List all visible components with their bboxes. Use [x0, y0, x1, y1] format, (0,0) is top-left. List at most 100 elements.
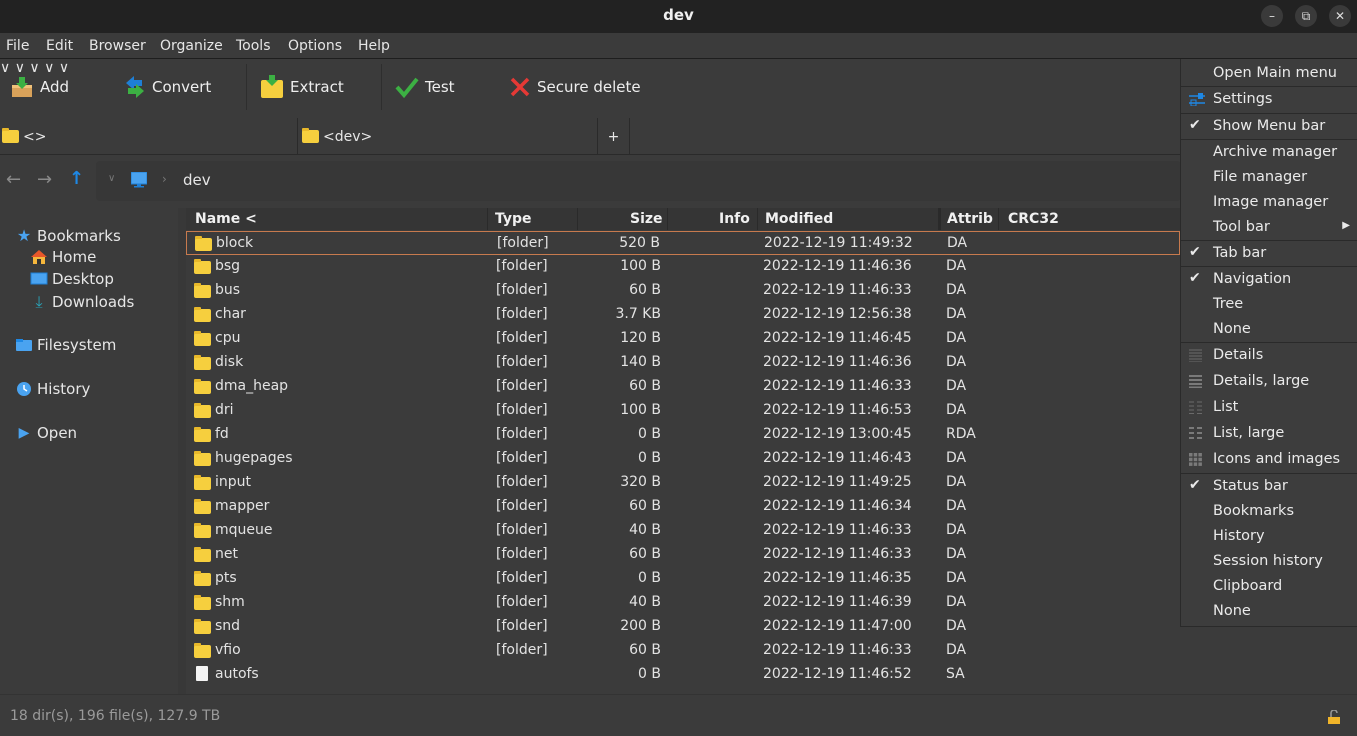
- menu-item-tree[interactable]: Tree: [1181, 292, 1357, 317]
- menu-item-open-main-menu[interactable]: Open Main menu: [1181, 61, 1357, 86]
- minimize-button[interactable]: –: [1261, 5, 1283, 27]
- menu-item-bookmarks[interactable]: Bookmarks: [1181, 499, 1357, 524]
- up-arrow-icon[interactable]: ↑: [69, 168, 84, 189]
- file-row[interactable]: autofs 0 B 2022-12-19 11:46:52 SA: [186, 663, 1180, 687]
- sidebar-item-desktop[interactable]: Desktop: [30, 270, 114, 288]
- menu-item-status-bar[interactable]: ✔ Status bar: [1181, 474, 1357, 499]
- file-row[interactable]: shm [folder] 40 B 2022-12-19 11:46:39 DA: [186, 591, 1180, 615]
- details-view-icon: [1189, 349, 1202, 362]
- file-row[interactable]: char [folder] 3.7 KB 2022-12-19 12:56:38 DA: [186, 303, 1180, 327]
- unlocked-padlock-icon[interactable]: [1327, 710, 1341, 724]
- menu-item-archive-manager[interactable]: Archive manager: [1181, 140, 1357, 165]
- tab-root[interactable]: <>: [2, 118, 296, 155]
- address-bar[interactable]: ∨ › dev: [96, 161, 1181, 201]
- sidebar-bookmarks[interactable]: ★ Bookmarks: [15, 226, 121, 245]
- column-modified[interactable]: Modified: [765, 211, 833, 227]
- menu-edit[interactable]: Edit: [46, 38, 73, 54]
- checkmark-icon: ✔: [1189, 117, 1201, 133]
- close-button[interactable]: ✕: [1329, 5, 1351, 27]
- file-size: 0 B: [638, 426, 661, 442]
- file-row[interactable]: fd [folder] 0 B 2022-12-19 13:00:45 RDA: [186, 423, 1180, 447]
- file-row[interactable]: mapper [folder] 60 B 2022-12-19 11:46:34 DA: [186, 495, 1180, 519]
- menu-item-settings[interactable]: Settings: [1181, 87, 1357, 112]
- file-row[interactable]: dri [folder] 100 B 2022-12-19 11:46:53 DA: [186, 399, 1180, 423]
- tab-dev[interactable]: <dev>: [302, 118, 596, 155]
- menu-item-details[interactable]: Details: [1181, 343, 1357, 368]
- test-button[interactable]: Test: [395, 74, 455, 100]
- file-row[interactable]: vfio [folder] 60 B 2022-12-19 11:46:33 DA: [186, 639, 1180, 663]
- column-size[interactable]: Size: [630, 211, 663, 227]
- maximize-button[interactable]: ⧉: [1295, 5, 1317, 27]
- folder-icon: [194, 283, 211, 298]
- close-icon: ✕: [1334, 9, 1346, 23]
- file-attrib: DA: [946, 594, 967, 610]
- menu-item-session-history[interactable]: Session history: [1181, 549, 1357, 574]
- file-row[interactable]: cpu [folder] 120 B 2022-12-19 11:46:45 DA: [186, 327, 1180, 351]
- sidebar-filesystem[interactable]: Filesystem: [15, 336, 116, 354]
- menu-item-history[interactable]: History: [1181, 524, 1357, 549]
- file-attrib: DA: [946, 618, 967, 634]
- file-name: pts: [215, 570, 237, 586]
- menu-item-icons-and-images[interactable]: Icons and images: [1181, 447, 1357, 472]
- column-attrib[interactable]: Attrib: [947, 211, 993, 227]
- file-row[interactable]: hugepages [folder] 0 B 2022-12-19 11:46:43 D…: [186, 447, 1180, 471]
- window-title: dev: [663, 6, 694, 24]
- file-row[interactable]: net [folder] 60 B 2022-12-19 11:46:33 DA: [186, 543, 1180, 567]
- sidebar-open[interactable]: ▶ Open: [15, 424, 77, 442]
- new-tab-button[interactable]: +: [598, 118, 629, 155]
- column-name[interactable]: Name <: [195, 211, 257, 227]
- menu-item-list-large[interactable]: List, large: [1181, 421, 1357, 446]
- details-large-view-icon: [1189, 375, 1202, 388]
- file-row[interactable]: dma_heap [folder] 60 B 2022-12-19 11:46:33 D…: [186, 375, 1180, 399]
- menu-item-nav-none[interactable]: None: [1181, 317, 1357, 342]
- secure-delete-button[interactable]: Secure delete: [509, 74, 641, 100]
- menu-item-clipboard[interactable]: Clipboard: [1181, 574, 1357, 599]
- menu-browser[interactable]: Browser: [89, 38, 146, 54]
- forward-arrow-icon[interactable]: →: [37, 169, 52, 190]
- extract-button[interactable]: Extract: [260, 74, 344, 100]
- file-name: autofs: [215, 666, 259, 682]
- add-button[interactable]: Add: [10, 74, 69, 100]
- file-row[interactable]: pts [folder] 0 B 2022-12-19 11:46:35 DA: [186, 567, 1180, 591]
- menu-help[interactable]: Help: [358, 38, 390, 54]
- menu-item-file-manager[interactable]: File manager: [1181, 165, 1357, 190]
- file-size: 0 B: [638, 450, 661, 466]
- toolbar: Add ∨ Convert ∨ Extract ∨ Test ∨ Secure …: [0, 60, 1357, 114]
- back-arrow-icon[interactable]: ←: [6, 169, 21, 190]
- file-row[interactable]: block [folder] 520 B 2022-12-19 11:49:32 DA: [186, 231, 1180, 255]
- file-row[interactable]: disk [folder] 140 B 2022-12-19 11:46:36 DA: [186, 351, 1180, 375]
- menu-tools[interactable]: Tools: [236, 38, 271, 54]
- file-row[interactable]: bsg [folder] 100 B 2022-12-19 11:46:36 DA: [186, 255, 1180, 279]
- sidebar-splitter[interactable]: [178, 208, 186, 694]
- file-row[interactable]: bus [folder] 60 B 2022-12-19 11:46:33 DA: [186, 279, 1180, 303]
- history-dropdown-chevron-icon[interactable]: ∨: [108, 173, 115, 184]
- column-type[interactable]: Type: [495, 211, 532, 227]
- menu-item-show-menu-bar[interactable]: ✔ Show Menu bar: [1181, 114, 1357, 139]
- menu-item-tab-bar[interactable]: ✔ Tab bar: [1181, 241, 1357, 266]
- file-size: 120 B: [620, 330, 661, 346]
- file-attrib: DA: [946, 378, 967, 394]
- view-context-menu: Open Main menu Settings ✔ Show Menu bar A…: [1180, 59, 1357, 627]
- menu-file[interactable]: File: [6, 38, 29, 54]
- breadcrumb-dev[interactable]: dev: [183, 171, 211, 189]
- menu-item-list[interactable]: List: [1181, 395, 1357, 420]
- menu-item-navigation[interactable]: ✔ Navigation: [1181, 267, 1357, 292]
- sidebar-history[interactable]: History: [15, 380, 90, 398]
- folder-icon: [194, 499, 211, 514]
- convert-button[interactable]: Convert: [124, 74, 211, 100]
- menu-item-panel-none[interactable]: None: [1181, 599, 1357, 624]
- column-crc32[interactable]: CRC32: [1008, 211, 1059, 227]
- file-row[interactable]: mqueue [folder] 40 B 2022-12-19 11:46:33 DA: [186, 519, 1180, 543]
- computer-icon[interactable]: [131, 172, 147, 188]
- menu-item-details-large[interactable]: Details, large: [1181, 369, 1357, 394]
- file-row[interactable]: input [folder] 320 B 2022-12-19 11:49:25 DA: [186, 471, 1180, 495]
- menu-item-tool-bar[interactable]: Tool bar ▶: [1181, 215, 1357, 240]
- menu-item-image-manager[interactable]: Image manager: [1181, 190, 1357, 215]
- menu-organize[interactable]: Organize: [160, 38, 223, 54]
- menu-options[interactable]: Options: [288, 38, 342, 54]
- sidebar-item-downloads[interactable]: ⤓ Downloads: [30, 292, 134, 312]
- add-dropdown-chevron-icon[interactable]: ∨: [0, 60, 10, 76]
- sidebar-item-home[interactable]: Home: [30, 248, 96, 266]
- file-row[interactable]: snd [folder] 200 B 2022-12-19 11:47:00 DA: [186, 615, 1180, 639]
- column-info[interactable]: Info: [719, 211, 750, 227]
